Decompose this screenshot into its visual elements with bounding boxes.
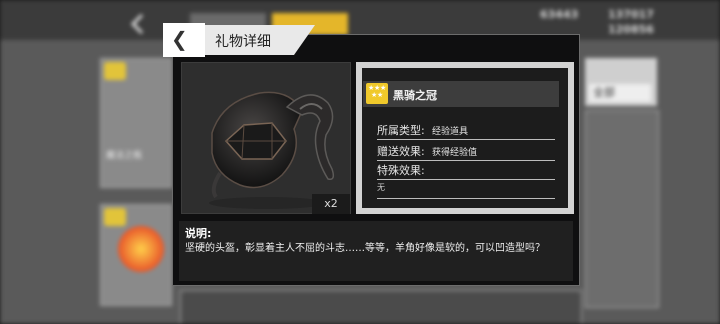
property-label: 赠送效果: — [377, 145, 425, 158]
star-icon: ★ — [377, 91, 384, 99]
item-image-panel — [181, 62, 351, 214]
background-item-card — [180, 290, 582, 324]
background-filter-panel: 全部 — [585, 58, 657, 106]
background-star-badge — [104, 62, 126, 80]
background-filter-select: 全部 — [589, 84, 651, 102]
property-row-special: 特殊效果: — [377, 161, 555, 180]
description-text: 坚硬的头盔，彰显着主人不屈的斗志……等等，羊角好像是软的，可以凹造型吗？ — [185, 243, 545, 254]
background-item-card — [585, 110, 659, 308]
background-star-badge — [104, 208, 126, 226]
background-card-label: 魔法之瓶 — [106, 151, 143, 161]
special-effect-value: 无 — [377, 182, 555, 199]
property-label: 所属类型: — [377, 124, 425, 137]
property-row-type: 所属类型: 经验道具 — [377, 121, 555, 140]
chevron-left-icon: ❮ — [171, 27, 188, 51]
description-panel: 说明: 坚硬的头盔，彰显着主人不屈的斗志……等等，羊角好像是软的，可以凹造型吗？ — [179, 221, 573, 281]
back-button[interactable]: ❮ — [163, 23, 205, 57]
item-name: 黑骑之冠 — [393, 89, 437, 102]
background-resource-1: 63443 — [540, 8, 579, 21]
rarity-stars-badge: ★ ★ ★ ★ ★ — [366, 83, 388, 104]
dialog-header: ❮ 礼物详细 — [163, 23, 325, 57]
property-label: 特殊效果: — [377, 164, 425, 177]
property-value: 经验道具 — [432, 127, 469, 137]
background-resource-2: 137017 — [608, 8, 654, 21]
item-quantity: x2 — [312, 194, 350, 214]
background-orb-icon — [118, 226, 164, 272]
property-row-effect: 赠送效果: 获得经验值 — [377, 142, 555, 161]
background-back-icon — [130, 13, 144, 35]
background-resource-3: 120856 — [608, 23, 654, 36]
horned-helmet-icon — [209, 91, 335, 209]
dialog-title: 礼物详细 — [215, 34, 271, 50]
property-value: 获得经验值 — [432, 148, 478, 158]
